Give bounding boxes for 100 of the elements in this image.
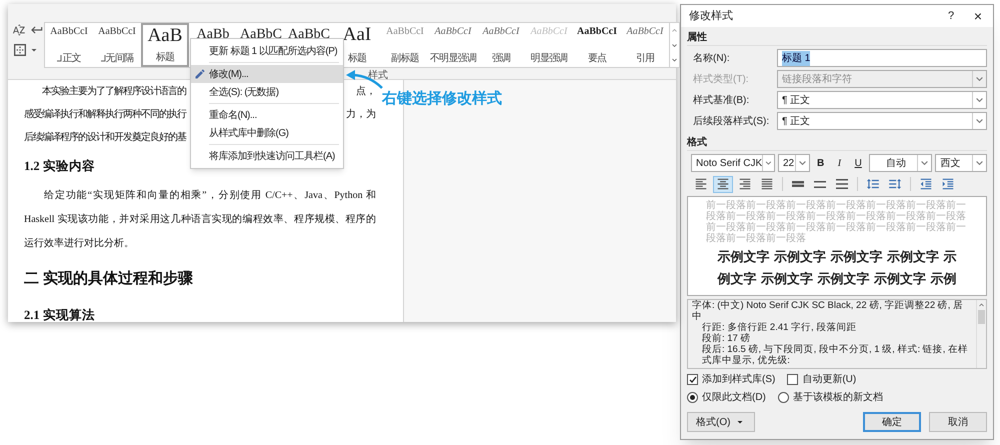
style-item[interactable]: AaBbCcI 正文 — [45, 23, 93, 67]
field-label: 名称(N): — [693, 52, 731, 66]
name-field[interactable]: 标题 1 — [777, 49, 987, 67]
italic-button[interactable]: I — [832, 156, 848, 170]
style-preview: AaBbCcI — [434, 25, 472, 39]
style-description: 字体: (中文) Noto Serif CJK SC Black, 22 磅, 字距调整22 磅, 居中 行距: 多倍行距 2.41 字行, 段落间距 段前: 17 磅 段后: 16.5 磅, 与下段同页, 段中不分页, 1 级, 样式: 链接, 在样式库中显示, 优先级: — [691, 300, 970, 368]
style-item[interactable]: AaBbCcI 副标题 — [381, 23, 429, 67]
style-preview: AaI — [342, 24, 372, 46]
align-justify-icon — [760, 177, 774, 191]
style-label: 不明显强调 — [430, 52, 476, 66]
style-preview: AaB — [148, 25, 182, 47]
menu-item[interactable]: 修改(M)... — [191, 65, 343, 83]
style-item[interactable]: AaBbCcI 无间隔 — [93, 23, 141, 67]
style-preview: AaBbCcI — [98, 25, 136, 39]
field-value: ¶ 正文 — [782, 114, 810, 128]
menu-item[interactable]: 从样式库中删除(G) — [191, 124, 343, 142]
format-menu-button[interactable]: 格式(O) — [687, 412, 756, 432]
single-spacing-icon — [792, 181, 804, 187]
sort-icon[interactable] — [12, 22, 26, 38]
bold-button[interactable]: B — [812, 156, 829, 170]
field-label: 样式类型(T): — [693, 72, 750, 86]
body-text: 本实验主要为了了解程序设计语言的 — [42, 84, 186, 99]
align-center-icon — [716, 177, 730, 191]
field-value: ¶ 正文 — [782, 94, 810, 108]
menu-item[interactable]: 重命名(N)... — [191, 106, 343, 124]
style-preview: AaBbCcI — [50, 25, 88, 39]
style-item[interactable]: AaBbCcI 强调 — [477, 23, 525, 67]
paragraph-tool[interactable] — [713, 176, 733, 192]
script-select[interactable]: 西文 — [935, 154, 987, 172]
field-label: 样式基准(B): — [693, 94, 750, 108]
style-preview: AaBbCcI — [576, 25, 617, 39]
radio-label: 仅限此文档(D) — [702, 390, 766, 405]
scrollbar[interactable] — [976, 300, 986, 368]
style-item[interactable]: AaBbCcI 要点 — [573, 23, 621, 67]
indent-increase-icon — [941, 177, 955, 191]
body-text: 力，为 — [346, 108, 376, 122]
body-paragraph: 给定功能“实现矩阵和向量的相乘”，分别使用 C/C++、Java、Python 和 Haskell 实现该功能，并对采用这几种语言实现的编程效率、程序规模、程序的运行效率进行对比分析。 — [24, 188, 376, 251]
heading: 1.2 实验内容 — [24, 158, 95, 175]
checkbox-label: 自动更新(U) — [802, 372, 856, 387]
ok-button[interactable]: 确定 — [863, 412, 921, 432]
body-text: 感受编译执行和解释执行两种不同的执行 — [24, 108, 186, 122]
style-select[interactable]: ¶ 正文 — [777, 112, 987, 130]
style-preview: AaBbCcI — [626, 25, 664, 39]
style-label: 标题 — [348, 52, 366, 66]
close-button[interactable]: × — [963, 6, 993, 26]
style-item[interactable]: AaBbCcI 不明显强调 — [429, 23, 477, 67]
border-icon[interactable] — [12, 42, 28, 58]
underline-button[interactable]: U — [850, 156, 866, 170]
style-label: 引用 — [636, 52, 654, 66]
sample-text: 示例文字 示例文字 示例文字 示例文字 示 — [716, 250, 958, 266]
heading: 二 实现的具体过程和步骤 — [24, 269, 193, 289]
style-label: 无间隔 — [106, 52, 134, 66]
heading: 2.1 实现算法 — [24, 307, 95, 322]
radio-label: 基于该模板的新文档 — [792, 390, 883, 405]
align-right-icon — [738, 177, 752, 191]
paragraph-spacing-icon — [866, 177, 880, 191]
indent-decrease-icon — [919, 177, 933, 191]
style-select[interactable]: ¶ 正文 — [777, 91, 987, 109]
body-text: 点， — [356, 84, 376, 99]
sample-text: 例文字 示例文字 示例文字 示例文字 示例 — [716, 272, 958, 288]
checkbox[interactable] — [687, 374, 698, 385]
menu-item-label: 重命名(N)... — [209, 108, 257, 122]
menu-item[interactable]: 全选(S): (无数据) — [191, 83, 343, 101]
style-label: 副标题 — [391, 52, 419, 66]
help-button[interactable]: ? — [939, 8, 963, 24]
radio-button[interactable] — [778, 392, 789, 403]
style-item[interactable]: AaBbCcI 引用 — [621, 23, 669, 67]
section-heading: 属性 — [687, 30, 987, 46]
color-select[interactable]: 自动 — [869, 154, 932, 172]
menu-item-label: 将库添加到快速访问工具栏(A) — [209, 150, 335, 164]
window-title: 修改样式 — [689, 8, 734, 24]
menu-item-label: 修改(M)... — [209, 68, 248, 82]
dropdown-arrow-icon — [762, 155, 774, 171]
gallery-scrollbar[interactable] — [670, 22, 680, 68]
style-item[interactable]: AaBbCcI 明显强调 — [525, 23, 573, 67]
one-half-spacing-icon — [814, 180, 826, 188]
field-value: 标题 1 — [782, 50, 810, 66]
size-select[interactable]: 22 — [778, 154, 810, 172]
menu-item[interactable]: 将库添加到快速访问工具栏(A) — [191, 147, 343, 165]
field-label: 后续段落样式(S): — [693, 114, 770, 128]
paragraph-spacing-icon — [888, 177, 902, 191]
style-preview: AaBbCcI — [482, 25, 520, 39]
cancel-button[interactable]: 取消 — [929, 412, 987, 432]
font-select[interactable]: Noto Serif CJK — [691, 154, 775, 172]
body-text: 后续编译程序的设计和开发奠定良好的基 — [24, 130, 186, 145]
section-heading: 格式 — [687, 135, 987, 151]
style-preview: AaBbCcI — [530, 25, 568, 39]
menu-item-label: 全选(S): (无数据) — [209, 86, 279, 100]
checkbox-label: 添加到样式库(S) — [702, 372, 776, 387]
style-label: 要点 — [588, 52, 606, 66]
style-label: 标题 — [156, 50, 174, 65]
menu-item-label: 从样式库中删除(G) — [209, 126, 288, 140]
field-value: 链接段落和字符 — [782, 72, 852, 86]
checkbox[interactable] — [787, 374, 798, 385]
double-spacing-icon — [836, 179, 848, 189]
radio-button[interactable] — [687, 392, 698, 403]
menu-item[interactable]: 更新 标题 1 以匹配所选内容(P) — [191, 42, 343, 60]
menu-item-label: 更新 标题 1 以匹配所选内容(P) — [209, 44, 338, 58]
scroll-thumb[interactable] — [978, 310, 985, 324]
style-item[interactable]: AaB 标题 — [141, 23, 189, 67]
